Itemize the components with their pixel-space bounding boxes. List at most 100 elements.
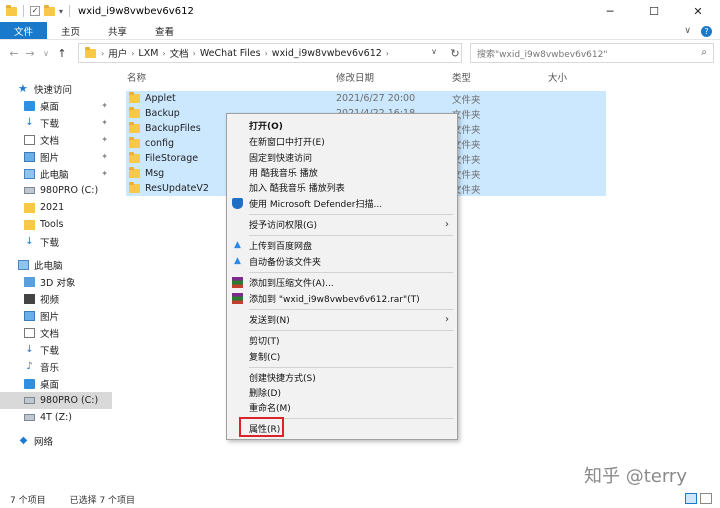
context-menu: 打开(O) 在新窗口中打开(E) 固定到快速访问 用 酷我音乐 播放 加入 酷我… xyxy=(226,113,458,440)
address-bar[interactable]: › 用户 › LXM › 文档 › WeChat Files › wxid_i9… xyxy=(78,43,462,63)
baidu-netdisk-icon: ▲ xyxy=(234,240,241,250)
breadcrumb-lxm[interactable]: LXM xyxy=(138,48,158,59)
window-title: wxid_i9w8vwbev6v612 xyxy=(78,5,194,17)
menu-item-open[interactable]: 打开(O) xyxy=(227,118,457,133)
menu-item-add-kuwo-playlist[interactable]: 加入 酷我音乐 播放列表 xyxy=(227,180,457,195)
menu-item-rename[interactable]: 重命名(M) xyxy=(227,400,457,415)
desktop-icon xyxy=(24,378,35,389)
column-header-date[interactable]: 修改日期 xyxy=(336,70,374,84)
menu-item-add-archive[interactable]: 添加到压缩文件(A)... xyxy=(227,275,457,290)
menu-item-open-new-window[interactable]: 在新窗口中打开(E) xyxy=(227,134,457,149)
star-icon: ★ xyxy=(18,82,28,95)
folder-icon xyxy=(129,107,140,118)
ribbon-collapse-chevron-icon[interactable]: ∨ xyxy=(684,26,691,36)
sidebar-item-downloads-2[interactable]: ↓ 下载 xyxy=(24,233,112,250)
sidebar-item-desktop[interactable]: 桌面 ✦ xyxy=(24,97,112,114)
details-view-icon[interactable] xyxy=(685,493,697,504)
window-controls: ─ ☐ ✕ xyxy=(588,0,720,22)
menu-item-send-to[interactable]: 发送到(N) › xyxy=(227,312,457,327)
recent-locations-chevron-icon[interactable]: ∨ xyxy=(38,49,54,58)
minimize-button[interactable]: ─ xyxy=(588,0,632,22)
pin-icon: ✦ xyxy=(101,152,108,161)
network-icon: ◆ xyxy=(19,434,28,446)
sidebar-item-downloads-3[interactable]: ↓ 下载 xyxy=(24,341,112,358)
sidebar-item-tools[interactable]: Tools xyxy=(24,216,112,233)
menu-item-add-rar[interactable]: 添加到 "wxid_i9w8vwbev6v612.rar"(T) xyxy=(227,291,457,306)
breadcrumb-users[interactable]: 用户 xyxy=(108,46,127,60)
customize-toolbar-chevron-icon[interactable]: ▾ xyxy=(59,7,63,16)
sidebar-item-videos[interactable]: 视频 xyxy=(24,290,112,307)
address-dropdown-chevron-icon[interactable]: ∨ xyxy=(431,47,437,56)
menu-item-play-kuwo[interactable]: 用 酷我音乐 播放 xyxy=(227,165,457,180)
watermark: 知乎 @terry xyxy=(584,466,687,487)
tab-view[interactable]: 查看 xyxy=(141,22,188,39)
menu-item-auto-backup[interactable]: ▲ 自动备份该文件夹 xyxy=(227,254,457,269)
menu-item-create-shortcut[interactable]: 创建快捷方式(S) xyxy=(227,370,457,385)
sidebar-item-downloads[interactable]: ↓ 下载 ✦ xyxy=(24,114,112,131)
sidebar-item-this-pc-quick[interactable]: 此电脑 ✦ xyxy=(24,165,112,182)
menu-item-cut[interactable]: 剪切(T) xyxy=(227,333,457,348)
3d-objects-icon xyxy=(24,276,35,287)
search-icon[interactable]: ⌕ xyxy=(701,47,707,58)
sidebar-item-quick-access[interactable]: ★ 快速访问 xyxy=(18,80,130,97)
file-row-applet[interactable]: Applet 2021/6/27 20:00 文件夹 xyxy=(126,91,606,106)
sidebar-item-documents-2[interactable]: 文档 xyxy=(24,324,112,341)
search-input[interactable]: 搜索"wxid_i9w8vwbev6v612" ⌕ xyxy=(470,43,714,63)
menu-divider xyxy=(249,272,453,273)
sidebar-item-pictures[interactable]: 图片 ✦ xyxy=(24,148,112,165)
menu-item-defender-scan[interactable]: 使用 Microsoft Defender扫描... xyxy=(227,196,457,211)
menu-item-grant-access[interactable]: 授予访问权限(G) › xyxy=(227,217,457,232)
tab-home[interactable]: 主页 xyxy=(47,22,94,39)
sidebar-item-this-pc[interactable]: 此电脑 xyxy=(18,256,112,273)
up-button[interactable]: ↑ xyxy=(54,47,70,60)
pin-icon: ✦ xyxy=(101,135,108,144)
sidebar-item-4t-drive[interactable]: 4T (Z:) xyxy=(24,409,112,426)
folder-icon xyxy=(24,202,35,213)
back-button[interactable]: ← xyxy=(6,47,22,60)
download-icon: ↓ xyxy=(25,235,34,247)
breadcrumb-wxid[interactable]: wxid_i9w8vwbev6v612 xyxy=(272,48,382,59)
sidebar-item-980pro[interactable]: 980PRO (C:) xyxy=(0,392,112,409)
submenu-chevron-icon: › xyxy=(445,314,449,325)
pin-icon: ✦ xyxy=(101,169,108,178)
maximize-button[interactable]: ☐ xyxy=(632,0,676,22)
ribbon-tabs: 文件 主页 共享 查看 ∨ ? xyxy=(0,22,720,40)
menu-item-upload-baidu[interactable]: ▲ 上传到百度网盘 xyxy=(227,238,457,253)
forward-button[interactable]: → xyxy=(22,47,38,60)
pin-icon: ✦ xyxy=(101,118,108,127)
pictures-icon xyxy=(24,310,35,321)
sidebar-item-music[interactable]: ♪ 音乐 xyxy=(24,358,112,375)
baidu-netdisk-icon: ▲ xyxy=(234,256,241,266)
menu-divider xyxy=(249,214,453,215)
close-button[interactable]: ✕ xyxy=(676,0,720,22)
breadcrumb-wechat-files[interactable]: WeChat Files xyxy=(200,48,261,59)
sidebar-item-980pro-quick[interactable]: 980PRO (C:) xyxy=(24,182,112,199)
sidebar-item-pictures-2[interactable]: 图片 xyxy=(24,307,112,324)
new-folder-icon[interactable] xyxy=(44,4,55,16)
folder-icon xyxy=(129,137,140,148)
column-header-size[interactable]: 大小 xyxy=(548,70,567,84)
properties-checkbox-icon[interactable]: ✓ xyxy=(30,6,40,16)
large-icons-view-icon[interactable] xyxy=(700,493,712,504)
winrar-icon xyxy=(232,277,243,288)
sidebar-item-network[interactable]: ◆ 网络 xyxy=(18,432,112,449)
breadcrumb-separator: › xyxy=(192,48,196,58)
refresh-button[interactable]: ↻ xyxy=(444,43,466,63)
column-header-type[interactable]: 类型 xyxy=(452,70,471,84)
tab-share[interactable]: 共享 xyxy=(94,22,141,39)
tab-file[interactable]: 文件 xyxy=(0,22,48,39)
sidebar-item-documents[interactable]: 文档 ✦ xyxy=(24,131,112,148)
menu-item-copy[interactable]: 复制(C) xyxy=(227,349,457,364)
breadcrumb-documents[interactable]: 文档 xyxy=(170,46,189,60)
column-header-name[interactable]: 名称 xyxy=(127,70,146,84)
selected-count: 已选择 7 个项目 xyxy=(69,495,136,506)
folder-icon xyxy=(129,92,140,103)
quick-access-toolbar: ✓ ▾ xyxy=(0,4,72,17)
folder-icon xyxy=(24,219,35,230)
help-icon[interactable]: ? xyxy=(701,25,712,37)
sidebar-item-desktop-2[interactable]: 桌面 xyxy=(24,375,112,392)
menu-item-pin-quick-access[interactable]: 固定到快速访问 xyxy=(227,150,457,165)
sidebar-item-3d-objects[interactable]: 3D 对象 xyxy=(24,273,112,290)
menu-item-delete[interactable]: 删除(D) xyxy=(227,385,457,400)
sidebar-item-2021[interactable]: 2021 xyxy=(24,199,112,216)
